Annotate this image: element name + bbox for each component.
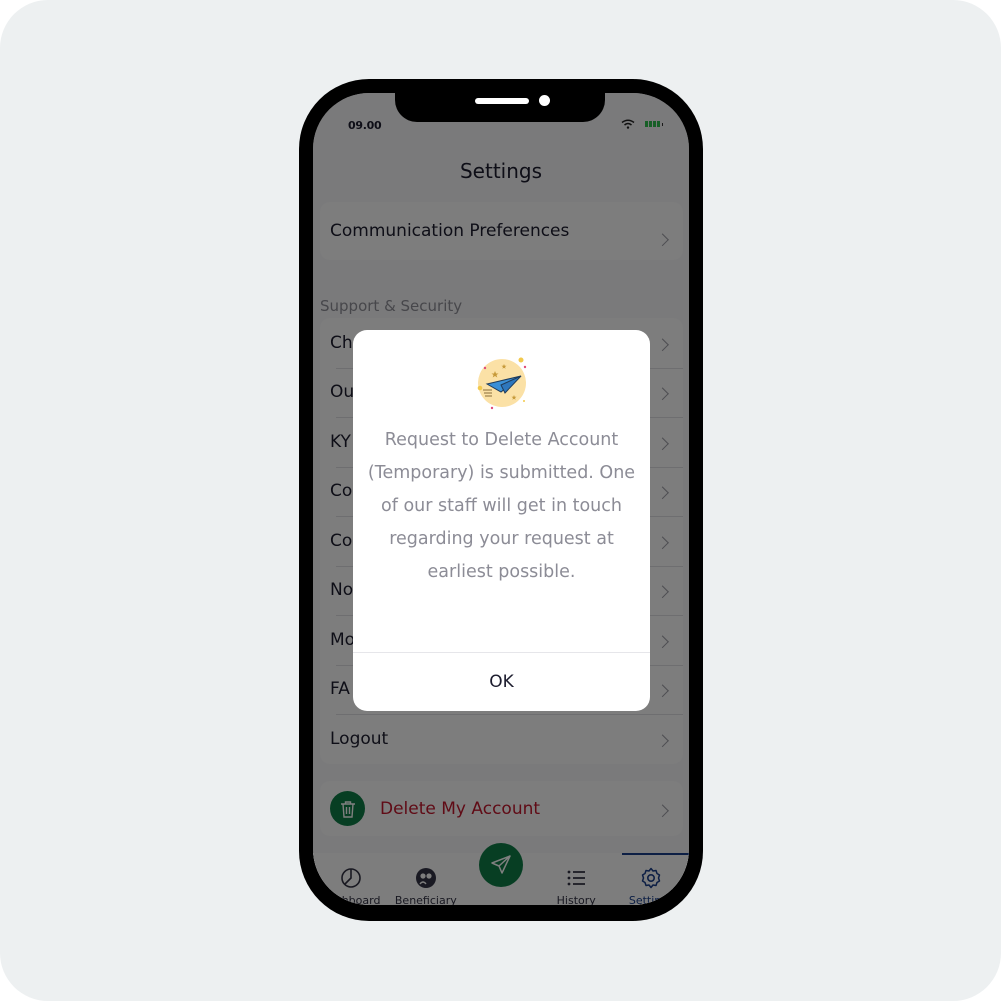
- confirmation-dialog: Request to Delete Account (Temporary) is…: [353, 330, 650, 711]
- phone-frame: 09.00 Settings Communication Preferences…: [299, 79, 703, 921]
- dialog-message: Request to Delete Account (Temporary) is…: [367, 430, 636, 582]
- phone-screen: 09.00 Settings Communication Preferences…: [313, 93, 689, 905]
- background: 09.00 Settings Communication Preferences…: [0, 0, 1001, 1001]
- ok-button[interactable]: OK: [353, 653, 650, 711]
- paper-plane-success-icon: [477, 357, 526, 410]
- notch: [395, 93, 605, 122]
